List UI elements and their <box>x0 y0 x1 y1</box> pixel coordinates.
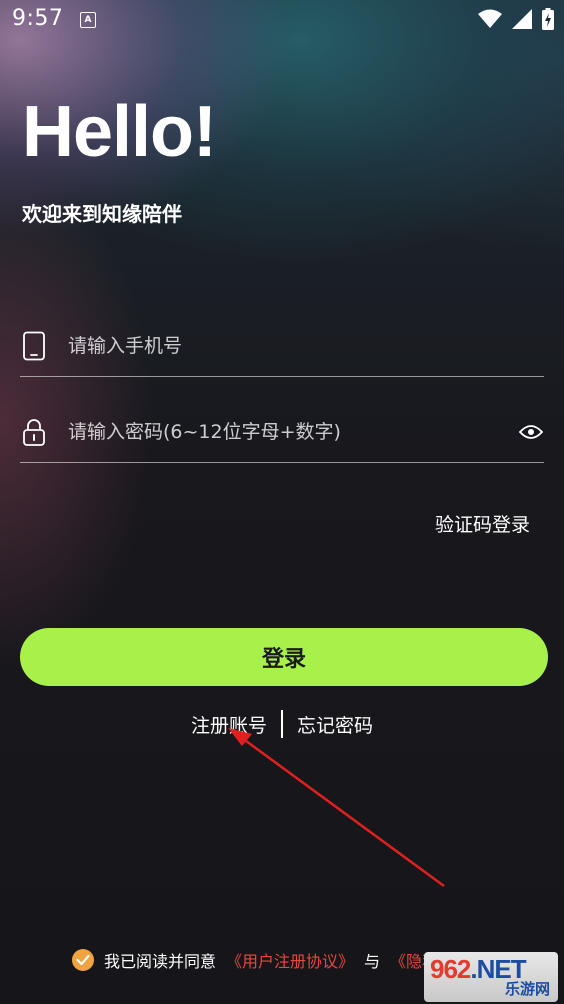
status-time: 9:57 <box>12 6 64 31</box>
login-button[interactable]: 登录 <box>20 628 548 686</box>
password-field <box>20 402 544 463</box>
page-title: Hello! <box>22 92 217 172</box>
lock-icon <box>20 417 48 447</box>
wifi-icon <box>478 9 502 33</box>
sms-code-login-link[interactable]: 验证码登录 <box>435 510 530 537</box>
register-link[interactable]: 注册账号 <box>191 711 267 738</box>
accessibility-a-icon: A <box>80 12 96 28</box>
eye-icon[interactable] <box>518 419 544 445</box>
status-bar: 9:57 A <box>0 0 564 40</box>
password-input[interactable] <box>68 421 518 443</box>
phone-field <box>20 316 544 377</box>
watermark-logo: 962.NET 乐游网 <box>424 952 558 1002</box>
phone-input[interactable] <box>68 335 544 357</box>
user-agreement-link[interactable]: 《用户注册协议》 <box>226 948 354 972</box>
welcome-subtitle: 欢迎来到知缘陪伴 <box>22 202 182 226</box>
forgot-password-link[interactable]: 忘记密码 <box>297 711 373 738</box>
agreement-conjunction: 与 <box>364 952 381 971</box>
link-divider <box>281 710 283 738</box>
signal-icon <box>512 9 532 33</box>
agreement-prefix: 我已阅读并同意 <box>104 952 217 971</box>
account-links: 注册账号 忘记密码 <box>0 710 564 738</box>
phone-icon <box>20 331 48 361</box>
agreement-checkbox[interactable] <box>72 949 94 971</box>
watermark-bottom: 乐游网 <box>504 980 550 998</box>
status-icons <box>478 8 554 34</box>
battery-charging-icon <box>542 8 554 34</box>
